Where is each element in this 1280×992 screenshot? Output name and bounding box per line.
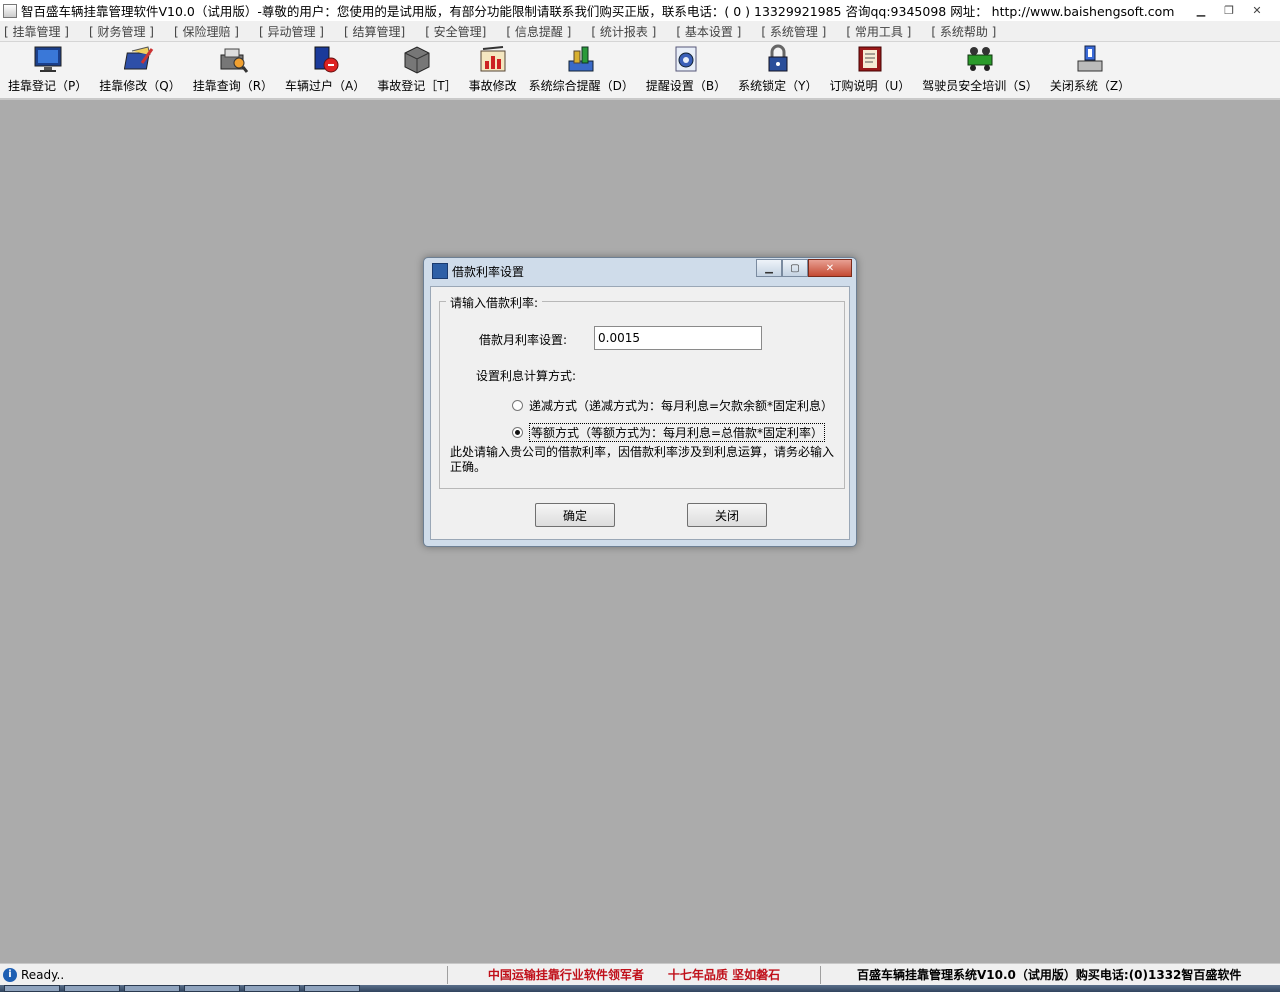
radio-declining-option[interactable]: 递减方式（递减方式为：每月利息=欠款余额*固定利息） [512, 397, 833, 414]
menu-item-settlement[interactable]: [ 结算管理] [344, 23, 405, 40]
toolbar-order-info-button[interactable]: 订购说明（U） [829, 43, 910, 98]
taskbar-button[interactable] [184, 985, 240, 992]
taskbar-button[interactable] [124, 985, 180, 992]
radio-equal-circle[interactable] [512, 427, 523, 438]
menu-item-system[interactable]: [ 系统管理 ] [761, 23, 826, 40]
os-taskbar [0, 985, 1280, 992]
group-legend: 请输入借款利率: [446, 294, 543, 311]
status-bar: i Ready.. 中国运输挂靠行业软件领军者 十七年品质 坚如磐石 百盛车辆挂… [0, 963, 1280, 985]
disk-exit-icon [1077, 45, 1103, 72]
lock-icon [768, 44, 788, 72]
menu-item-finance[interactable]: [ 财务管理 ] [89, 23, 154, 40]
taskbar-button[interactable] [304, 985, 360, 992]
gear-icon [675, 46, 697, 72]
toolbar-modify-button[interactable]: 挂靠修改（Q） [99, 43, 181, 98]
search-printer-icon [220, 48, 249, 73]
reminder-icon [568, 46, 594, 72]
status-ready-text: Ready.. [21, 967, 65, 982]
toolbar-comprehensive-reminder-button[interactable]: 系统综合提醒（D） [529, 43, 634, 98]
radio-declining-label: 递减方式（递减方式为：每月利息=欠款余额*固定利息） [529, 399, 834, 413]
menu-item-reminder[interactable]: [ 信息提醒 ] [506, 23, 571, 40]
toolbar-driver-training-button[interactable]: 驾驶员安全培训（S） [922, 43, 1038, 98]
ok-button[interactable]: 确定 [535, 503, 615, 527]
monitor-icon [34, 46, 62, 72]
close-button[interactable]: ✕ [1244, 2, 1270, 19]
info-icon: i [3, 967, 17, 982]
status-slogan: 中国运输挂靠行业软件领军者 十七年品质 坚如磐石 [487, 968, 781, 982]
toolbar-accident-modify-button[interactable]: 事故修改 [469, 43, 517, 98]
radio-selected-dot [515, 430, 520, 435]
loan-rate-dialog: 借款利率设置 ▁ ▢ ✕ 请输入借款利率: 借款月利率设置: 设置利息计算方式:… [423, 257, 857, 547]
transfer-icon [314, 46, 339, 73]
window-controls: ▁ ❐ ✕ [1188, 2, 1272, 19]
toolbar-accident-register-button[interactable]: 事故登记［T］ [377, 43, 457, 98]
monthly-rate-input[interactable] [594, 326, 762, 350]
toolbar-system-lock-button[interactable]: 系统锁定（Y） [738, 43, 817, 98]
rate-label: 借款月利率设置: [479, 333, 568, 347]
chart-icon [480, 46, 506, 72]
status-product-info: 百盛车辆挂靠管理系统V10.0（试用版）购买电话:(0)1332智百盛软件 [857, 968, 1242, 982]
dialog-body: 请输入借款利率: 借款月利率设置: 设置利息计算方式: 递减方式（递减方式为：每… [430, 286, 850, 540]
taskbar-button[interactable] [244, 985, 300, 992]
menu-item-reports[interactable]: [ 统计报表 ] [591, 23, 656, 40]
radio-declining-circle[interactable] [512, 400, 523, 411]
menu-item-safety[interactable]: [ 安全管理] [425, 23, 486, 40]
toolbar: 挂靠登记（P） 挂靠修改（Q） 挂靠查询（R） 车辆过户（A） 事故登记［T］ … [0, 42, 1280, 100]
dialog-close-x-button[interactable]: ✕ [808, 259, 852, 277]
toolbar-reminder-settings-button[interactable]: 提醒设置（B） [646, 43, 726, 98]
dialog-minimize-button[interactable]: ▁ [756, 259, 782, 277]
status-separator [820, 965, 821, 984]
menu-item-change[interactable]: [ 异动管理 ] [259, 23, 324, 40]
dialog-title-bar[interactable]: 借款利率设置 ▁ ▢ ✕ [424, 258, 856, 284]
menu-item-guakao[interactable]: [ 挂靠管理 ] [4, 23, 69, 40]
toolbar-query-button[interactable]: 挂靠查询（R） [193, 43, 273, 98]
taskbar-button[interactable] [64, 985, 120, 992]
window-title: 智百盛车辆挂靠管理软件V10.0（试用版）-尊敬的用户：您使用的是试用版，有部分… [21, 4, 1175, 19]
dialog-window-controls: ▁ ▢ ✕ [756, 259, 852, 277]
menu-item-help[interactable]: [ 系统帮助 ] [931, 23, 996, 40]
vehicle-icon [967, 47, 993, 71]
book-icon [858, 46, 882, 72]
dialog-maximize-button[interactable]: ▢ [782, 259, 808, 277]
toolbar-register-button[interactable]: 挂靠登记（P） [8, 43, 87, 98]
menu-item-insurance[interactable]: [ 保险理赔 ] [174, 23, 239, 40]
method-label: 设置利息计算方式: [476, 369, 577, 383]
toolbar-transfer-button[interactable]: 车辆过户（A） [285, 43, 365, 98]
dialog-app-icon [432, 263, 448, 279]
minimize-button[interactable]: ▁ [1188, 2, 1214, 19]
radio-equal-label: 等额方式（等额方式为：每月利息=总借款*固定利率） [529, 423, 826, 442]
title-bar: 智百盛车辆挂靠管理软件V10.0（试用版）-尊敬的用户：您使用的是试用版，有部分… [0, 0, 1280, 21]
status-separator [447, 965, 448, 984]
toolbar-close-system-button[interactable]: 关闭系统（Z） [1050, 43, 1130, 98]
menu-item-basic-settings[interactable]: [ 基本设置 ] [676, 23, 741, 40]
restore-button[interactable]: ❐ [1216, 2, 1242, 19]
app-icon [3, 3, 17, 18]
menu-item-tools[interactable]: [ 常用工具 ] [846, 23, 911, 40]
rate-note: 此处请输入贵公司的借款利率，因借款利率涉及到利息运算，请务必输入正确。 [450, 445, 835, 474]
rate-group-box: 请输入借款利率: 借款月利率设置: 设置利息计算方式: 递减方式（递减方式为：每… [439, 294, 845, 489]
close-button-dialog[interactable]: 关闭 [687, 503, 767, 527]
taskbar-button[interactable] [4, 985, 60, 992]
menu-bar: [ 挂靠管理 ] [ 财务管理 ] [ 保险理赔 ] [ 异动管理 ] [ 结算… [0, 21, 1280, 42]
edit-document-icon [123, 46, 154, 70]
box-icon [404, 46, 430, 74]
radio-equal-option[interactable]: 等额方式（等额方式为：每月利息=总借款*固定利率） [512, 423, 826, 442]
